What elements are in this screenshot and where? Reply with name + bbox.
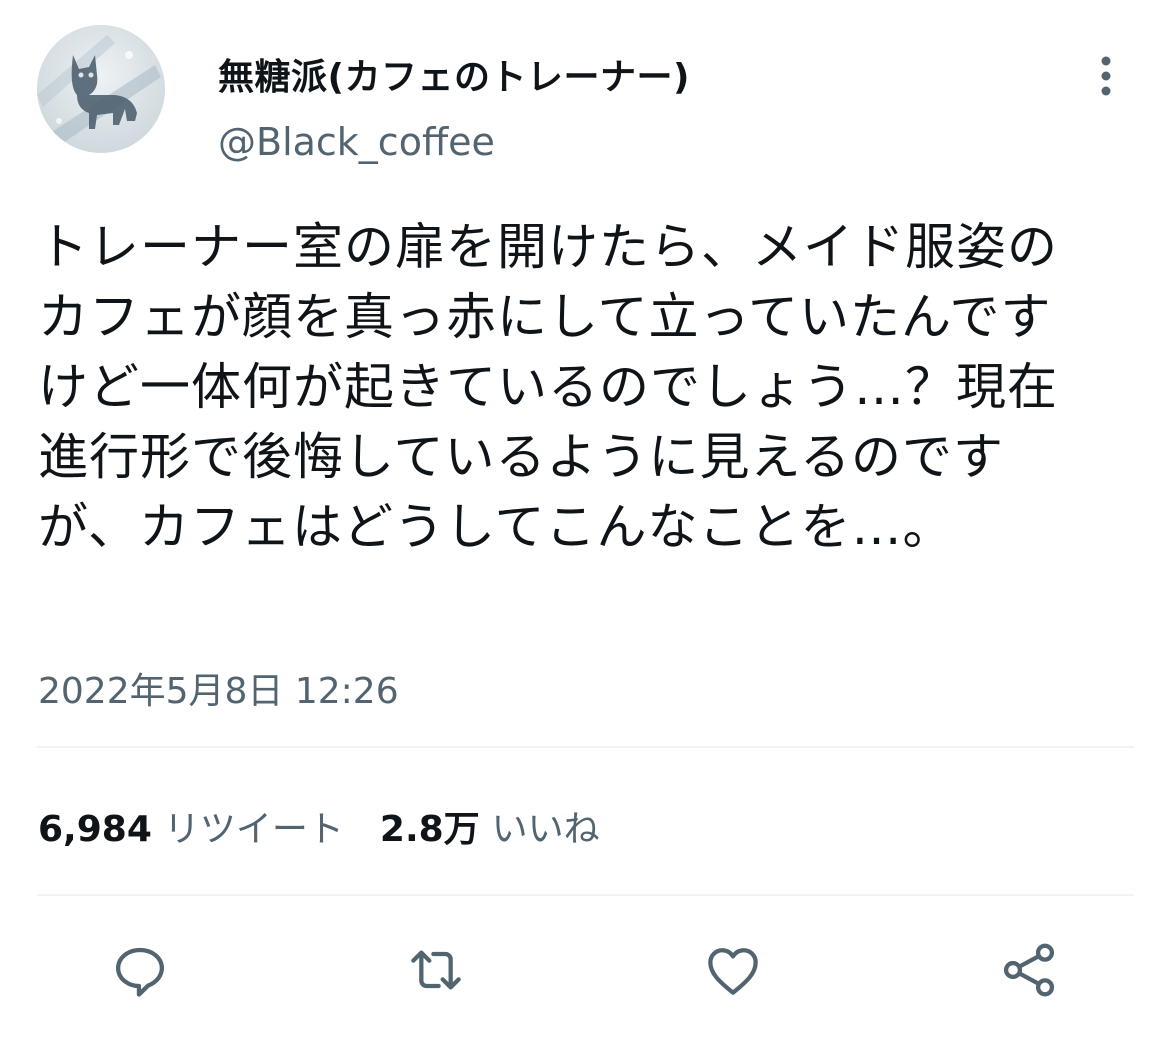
- more-vertical-icon: [1101, 56, 1111, 96]
- avatar-image: [37, 25, 165, 153]
- likes-stat[interactable]: 2.8万 いいね: [380, 809, 600, 850]
- tweet-text-line: が、カフェはどうしてこんなことを…。: [38, 498, 954, 556]
- retweet-button[interactable]: [396, 930, 476, 1010]
- user-handle[interactable]: @Black_coffee: [218, 120, 495, 164]
- tweet-timestamp[interactable]: 2022年5月8日 12:26: [38, 662, 399, 714]
- retweets-count: 6,984: [38, 809, 152, 850]
- retweets-stat[interactable]: 6,984 リツイート: [38, 809, 344, 850]
- share-icon: [1003, 943, 1055, 997]
- reply-icon: [115, 947, 164, 997]
- engagement-stats: 6,984 リツイート 2.8万 いいね: [38, 800, 600, 850]
- likes-count: 2.8万: [379, 809, 480, 850]
- retweets-label: リツイート: [163, 809, 344, 850]
- tweet-text-line: けど一体何が起きているのでしょう…？現在: [38, 358, 1058, 416]
- display-name[interactable]: 無糖派(カフェのトレーナー): [218, 48, 690, 100]
- action-bar: [0, 930, 1170, 1010]
- avatar[interactable]: [37, 25, 165, 153]
- retweet-icon: [411, 950, 461, 990]
- divider: [37, 894, 1134, 896]
- tweet-text-line: 進行形で後悔しているように見えるのです: [38, 428, 1004, 486]
- tweet-detail: 無糖派(カフェのトレーナー) @Black_coffee トレーナー室の扉を開け…: [0, 0, 1170, 1059]
- likes-label: いいね: [491, 809, 600, 850]
- heart-icon: [708, 948, 758, 995]
- divider: [37, 746, 1134, 748]
- like-button[interactable]: [693, 930, 773, 1010]
- more-button[interactable]: [1086, 52, 1126, 100]
- tweet-text: トレーナー室の扉を開けたら、メイド服姿の カフェが顔を真っ赤にして立っていたんで…: [38, 212, 1138, 562]
- share-button[interactable]: [989, 930, 1069, 1010]
- tweet-text-line: トレーナー室の扉を開けたら、メイド服姿の: [38, 218, 1058, 276]
- tweet-text-line: カフェが顔を真っ赤にして立っていたんです: [38, 288, 1052, 346]
- reply-button[interactable]: [100, 930, 180, 1010]
